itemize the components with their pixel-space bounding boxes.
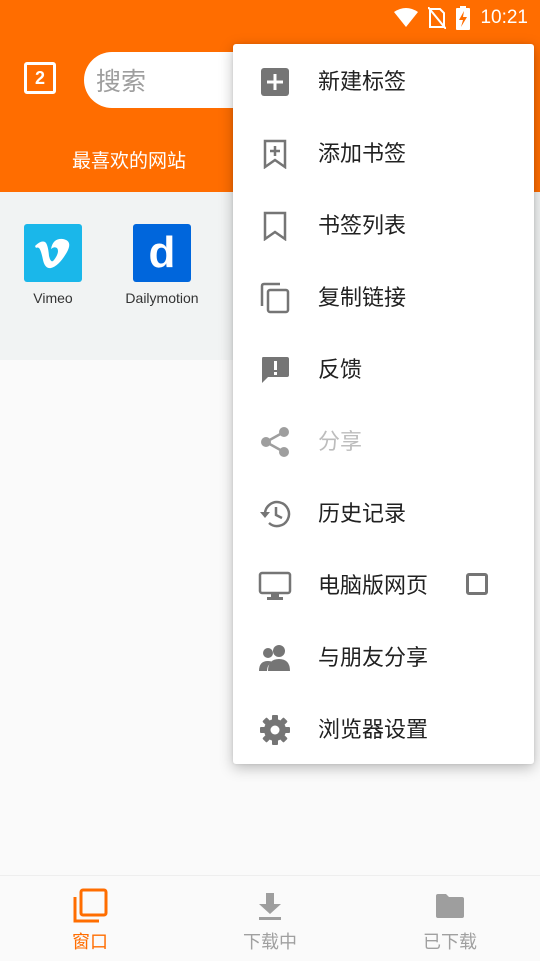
- battery-charging-icon: [456, 6, 471, 30]
- menu-item-share-with-friends[interactable]: 与朋友分享: [233, 620, 534, 692]
- add-box-icon: [257, 64, 293, 100]
- windows-icon: [70, 888, 110, 924]
- people-icon: [257, 640, 293, 676]
- desktop-site-checkbox[interactable]: [466, 573, 488, 595]
- settings-gear-icon: [257, 712, 293, 748]
- menu-item-copy-link[interactable]: 复制链接: [233, 260, 534, 332]
- menu-item-label: 与朋友分享: [318, 646, 429, 671]
- desktop-icon: [257, 568, 293, 604]
- download-icon: [250, 888, 290, 924]
- menu-item-desktop-site[interactable]: 电脑版网页: [233, 548, 534, 620]
- dailymotion-logo: d: [133, 224, 191, 282]
- bottom-nav: 窗口 下载中 已下载: [0, 875, 540, 961]
- tab-label: 窗口: [72, 932, 108, 953]
- site-dailymotion[interactable]: d Dailymotion: [107, 224, 217, 306]
- menu-item-label: 浏览器设置: [318, 718, 429, 743]
- share-icon: [257, 424, 293, 460]
- tab-label: 已下载: [423, 932, 477, 953]
- menu-item-feedback[interactable]: 反馈: [233, 332, 534, 404]
- folder-icon: [430, 888, 470, 924]
- site-name: Vimeo: [33, 290, 73, 306]
- menu-item-share: 分享: [233, 404, 534, 476]
- favorites-title: 最喜欢的网站: [72, 150, 187, 172]
- menu-item-label: 历史记录: [318, 502, 407, 527]
- menu-item-add-bookmark[interactable]: 添加书签: [233, 116, 534, 188]
- menu-item-history[interactable]: 历史记录: [233, 476, 534, 548]
- tab-downloaded[interactable]: 已下载: [360, 876, 540, 961]
- menu-item-browser-settings[interactable]: 浏览器设置: [233, 692, 534, 764]
- bookmark-icon: [257, 208, 293, 244]
- menu-item-label: 添加书签: [318, 142, 407, 167]
- copy-icon: [257, 280, 293, 316]
- menu-item-label: 复制链接: [318, 286, 407, 311]
- status-bar: 10:21: [394, 6, 528, 30]
- bookmark-add-icon: [257, 136, 293, 172]
- status-time: 10:21: [480, 7, 528, 28]
- menu-item-label: 电脑版网页: [318, 574, 429, 599]
- tab-label: 下载中: [243, 932, 297, 953]
- overflow-menu: 新建标签 添加书签 书签列表 复制链接 反馈 分享 历史记录 电脑版网页 与朋友…: [233, 44, 534, 764]
- wifi-icon: [394, 8, 419, 27]
- menu-item-label: 分享: [318, 430, 363, 455]
- menu-item-new-tab[interactable]: 新建标签: [233, 44, 534, 116]
- tab-windows[interactable]: 窗口: [0, 876, 180, 961]
- vimeo-logo: [24, 224, 82, 282]
- tab-downloading[interactable]: 下载中: [180, 876, 360, 961]
- menu-item-bookmarks[interactable]: 书签列表: [233, 188, 534, 260]
- menu-item-label: 书签列表: [318, 214, 407, 239]
- feedback-icon: [257, 352, 293, 388]
- history-icon: [257, 496, 293, 532]
- tab-count-button[interactable]: 2: [24, 62, 56, 94]
- no-sim-icon: [428, 7, 447, 29]
- menu-item-label: 反馈: [318, 358, 363, 383]
- site-name: Dailymotion: [125, 290, 199, 306]
- menu-item-label: 新建标签: [318, 70, 407, 95]
- site-vimeo[interactable]: Vimeo: [0, 224, 108, 306]
